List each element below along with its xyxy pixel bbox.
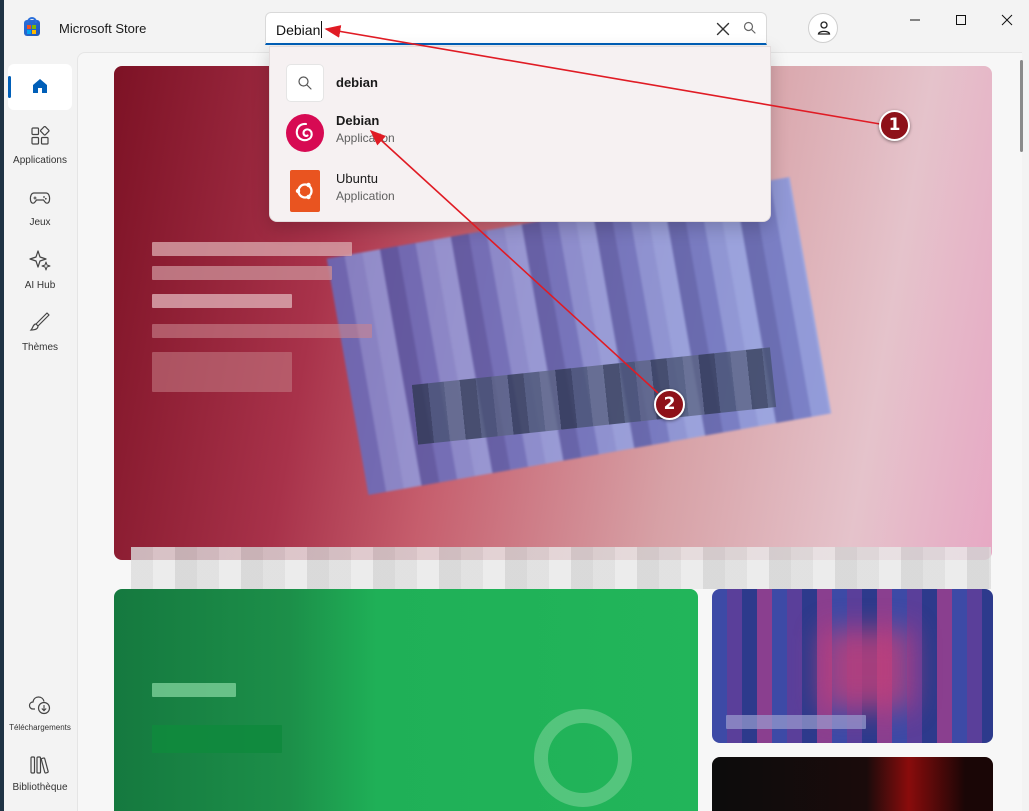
annotation-arrow-2 — [369, 129, 659, 394]
annotation-arrow-1 — [324, 25, 881, 125]
annotation-overlay — [324, 25, 881, 394]
annotation-badge-2: 2 — [654, 389, 685, 420]
annotation-badge-1: 1 — [879, 110, 910, 141]
